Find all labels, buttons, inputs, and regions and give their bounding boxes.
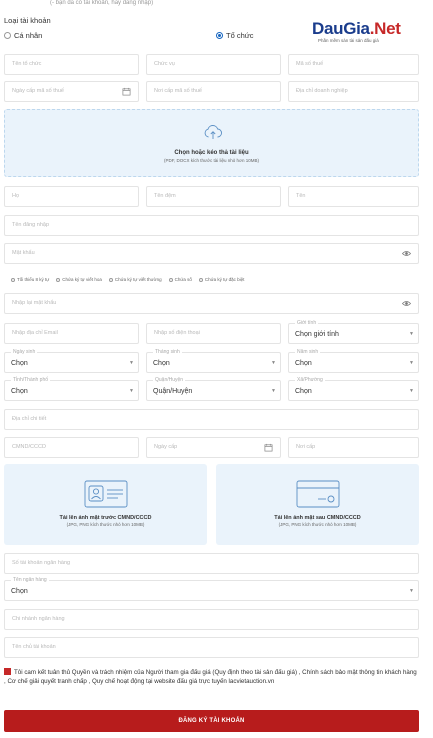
terms-agreement: Tôi cam kết tuân thủ Quyền và trách nhiệ… <box>4 668 419 686</box>
radio-organization[interactable]: Tổ chức <box>216 31 254 40</box>
chevron-down-icon: ▼ <box>409 360 414 366</box>
chevron-down-icon: ▼ <box>409 588 414 594</box>
chevron-down-icon: ▼ <box>271 388 276 394</box>
birth-day-select[interactable]: Ngày sinh Chọn ▼ <box>4 349 139 373</box>
calendar-icon[interactable] <box>122 87 131 96</box>
username-input[interactable]: Tên đăng nhập <box>4 215 419 236</box>
brand-logo: DauGia.Net Phần mềm sàn tài sản đấu giá <box>312 19 422 43</box>
id-front-hint: (JPG, PNG kích thước nhỏ hơn 10MB) <box>66 522 145 527</box>
bank-account-input[interactable]: Số tài khoản ngân hàng <box>4 553 419 574</box>
rule-number: Chứa số <box>168 277 192 282</box>
chevron-down-icon: ▼ <box>409 331 414 337</box>
radio-unchecked-icon <box>4 32 11 39</box>
logo-name: DauGia.Net <box>312 19 401 38</box>
radio-checked-icon <box>216 32 223 39</box>
rule-uppercase: Chứa ký tự viết hoa <box>56 277 102 282</box>
birth-year-select[interactable]: Năm sinh Chọn ▼ <box>288 349 419 373</box>
bank-branch-input[interactable]: Chi nhánh ngân hàng <box>4 609 419 630</box>
chevron-down-icon: ▼ <box>129 360 134 366</box>
account-type-label: Loại tài khoản <box>4 16 51 25</box>
id-back-title: Tải lên ảnh mặt sau CMND/CCCD <box>274 515 361 521</box>
bank-name-select[interactable]: Tên ngân hàng Chọn ▼ <box>4 577 419 601</box>
dropzone-hint: (PDF, DOCX kích thước tài liệu nhỏ hơn 1… <box>164 158 259 163</box>
middle-name-input[interactable]: Tên đệm <box>146 186 281 207</box>
id-number-input[interactable]: CMND/CCCD <box>4 437 139 458</box>
birth-month-select[interactable]: Tháng sinh Chọn ▼ <box>146 349 281 373</box>
cloud-upload-icon <box>204 125 222 139</box>
id-front-title: Tải lên ảnh mặt trước CMND/CCCD <box>59 515 152 521</box>
dropzone-title: Chọn hoặc kéo thả tài liệu <box>174 150 249 156</box>
chevron-down-icon: ▼ <box>409 388 414 394</box>
org-name-input[interactable]: Tên tổ chức <box>4 54 139 75</box>
calendar-icon[interactable] <box>264 443 273 452</box>
id-issue-place-input[interactable]: Nơi cấp <box>288 437 419 458</box>
eye-icon[interactable] <box>402 249 411 258</box>
rule-special: Chứa ký tự đặc biệt <box>198 277 244 282</box>
gender-select[interactable]: Giới tính Chọn giới tính ▼ <box>288 320 419 344</box>
id-front-upload[interactable]: Tải lên ảnh mặt trước CMND/CCCD (JPG, PN… <box>4 464 207 545</box>
district-select[interactable]: Quận/Huyện Quận/Huyện ▼ <box>146 377 281 401</box>
first-name-input[interactable]: Tên <box>288 186 419 207</box>
document-dropzone[interactable]: Chọn hoặc kéo thả tài liệu (PDF, DOCX kí… <box>4 109 419 177</box>
id-back-upload[interactable]: Tải lên ảnh mặt sau CMND/CCCD (JPG, PNG … <box>216 464 419 545</box>
logo-tagline: Phần mềm sàn tài sản đấu giá <box>318 38 379 43</box>
id-issue-date-input[interactable]: Ngày cấp <box>146 437 281 458</box>
business-address-input[interactable]: Địa chỉ doanh nghiệp <box>288 81 419 102</box>
province-select[interactable]: Tỉnh/Thành phố Chọn ▼ <box>4 377 139 401</box>
confirm-password-input[interactable]: Nhập lại mật khẩu <box>4 293 419 314</box>
email-input[interactable]: Nhập địa chỉ Email <box>4 323 139 344</box>
tax-issue-place-input[interactable]: Nơi cấp mã số thuế <box>146 81 281 102</box>
address-detail-input[interactable]: Địa chỉ chi tiết <box>4 409 419 430</box>
register-page: (- bạn đã có tài khoản, hãy đăng nhập) L… <box>0 0 433 738</box>
radio-organization-label: Tổ chức <box>226 31 254 40</box>
position-input[interactable]: Chức vụ <box>146 54 281 75</box>
tax-code-input[interactable]: Mã số thuế <box>288 54 419 75</box>
eye-icon[interactable] <box>402 299 411 308</box>
rule-min-length: Tối thiểu 8 ký tự <box>11 277 49 282</box>
radio-individual-label: Cá nhân <box>14 31 43 40</box>
id-back-hint: (JPG, PNG kích thước nhỏ hơn 10MB) <box>278 522 357 527</box>
ward-select[interactable]: Xã/Phường Chọn ▼ <box>288 377 419 401</box>
id-card-front-icon <box>84 480 128 508</box>
account-holder-input[interactable]: Tên chủ tài khoản <box>4 637 419 658</box>
last-name-input[interactable]: Họ <box>4 186 139 207</box>
chevron-down-icon: ▼ <box>271 360 276 366</box>
login-hint: (- bạn đã có tài khoản, hãy đăng nhập) <box>50 0 154 6</box>
tax-issue-date-input[interactable]: Ngày cấp mã số thuế <box>4 81 139 102</box>
phone-input[interactable]: Nhập số điện thoại <box>146 323 281 344</box>
terms-checkbox[interactable] <box>4 668 11 675</box>
password-rules: Tối thiểu 8 ký tự Chứa ký tự viết hoa Ch… <box>11 277 244 282</box>
id-card-back-icon <box>296 480 340 508</box>
radio-individual[interactable]: Cá nhân <box>4 31 42 40</box>
chevron-down-icon: ▼ <box>129 388 134 394</box>
terms-text: Tôi cam kết tuân thủ Quyền và trách nhiệ… <box>4 669 417 685</box>
password-input[interactable]: Mật khẩu <box>4 243 419 264</box>
register-button[interactable]: ĐĂNG KÝ TÀI KHOẢN <box>4 710 419 732</box>
rule-lowercase: Chứa ký tự viết thường <box>108 277 162 282</box>
